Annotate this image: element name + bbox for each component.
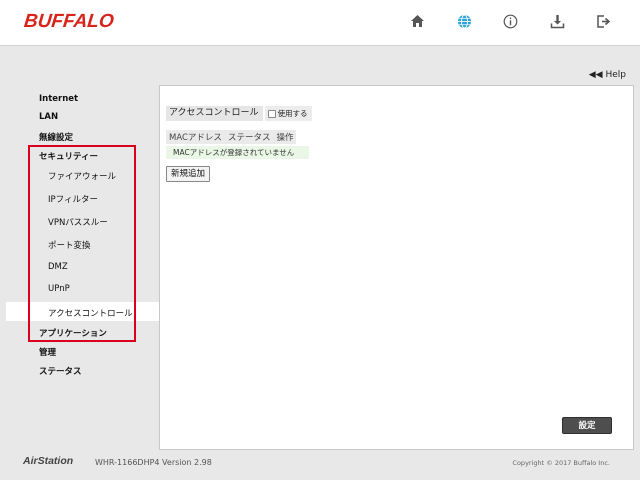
content-panel: アクセスコントロール 使用する MACアドレス ステータス 操作 MACアドレス…	[159, 85, 634, 450]
model-version: WHR-1166DHP4 Version 2.98	[95, 458, 212, 467]
page-title: アクセスコントロール	[166, 106, 263, 121]
airstation-logo: AirStation	[23, 455, 74, 467]
col-action: 操作	[276, 133, 294, 143]
info-icon[interactable]	[501, 12, 519, 30]
access-control-header: アクセスコントロール 使用する	[166, 106, 312, 121]
top-header: BUFFALO	[0, 0, 640, 46]
use-checkbox[interactable]	[267, 109, 276, 118]
home-icon[interactable]	[408, 12, 426, 30]
sidebar-item-lan[interactable]: LAN	[39, 112, 58, 122]
col-mac-address: MACアドレス	[169, 133, 222, 143]
table-header: MACアドレス ステータス 操作	[166, 130, 297, 144]
sidebar-item-status[interactable]: ステータス	[39, 365, 82, 377]
use-label: 使用する	[277, 109, 308, 118]
use-toggle[interactable]: 使用する	[264, 106, 312, 121]
globe-icon[interactable]	[455, 12, 473, 30]
rewind-icon: ◀◀	[588, 70, 603, 80]
security-highlight-box	[28, 145, 136, 342]
col-status: ステータス	[227, 133, 271, 143]
sidebar-item-management[interactable]: 管理	[39, 346, 56, 358]
download-icon[interactable]	[548, 12, 566, 30]
add-button[interactable]: 新規追加	[166, 166, 211, 182]
sidebar-item-wireless[interactable]: 無線設定	[39, 131, 73, 143]
brand-logo: BUFFALO	[22, 11, 115, 32]
sidebar-item-internet[interactable]: Internet	[39, 94, 78, 104]
logout-icon[interactable]	[594, 12, 612, 30]
save-button[interactable]: 設定	[562, 417, 612, 434]
table-empty-row: MACアドレスが登録されていません	[166, 146, 309, 159]
copyright: Copyright © 2017 Buffalo Inc.	[512, 459, 610, 467]
help-link[interactable]: ◀◀ Help	[589, 70, 626, 80]
